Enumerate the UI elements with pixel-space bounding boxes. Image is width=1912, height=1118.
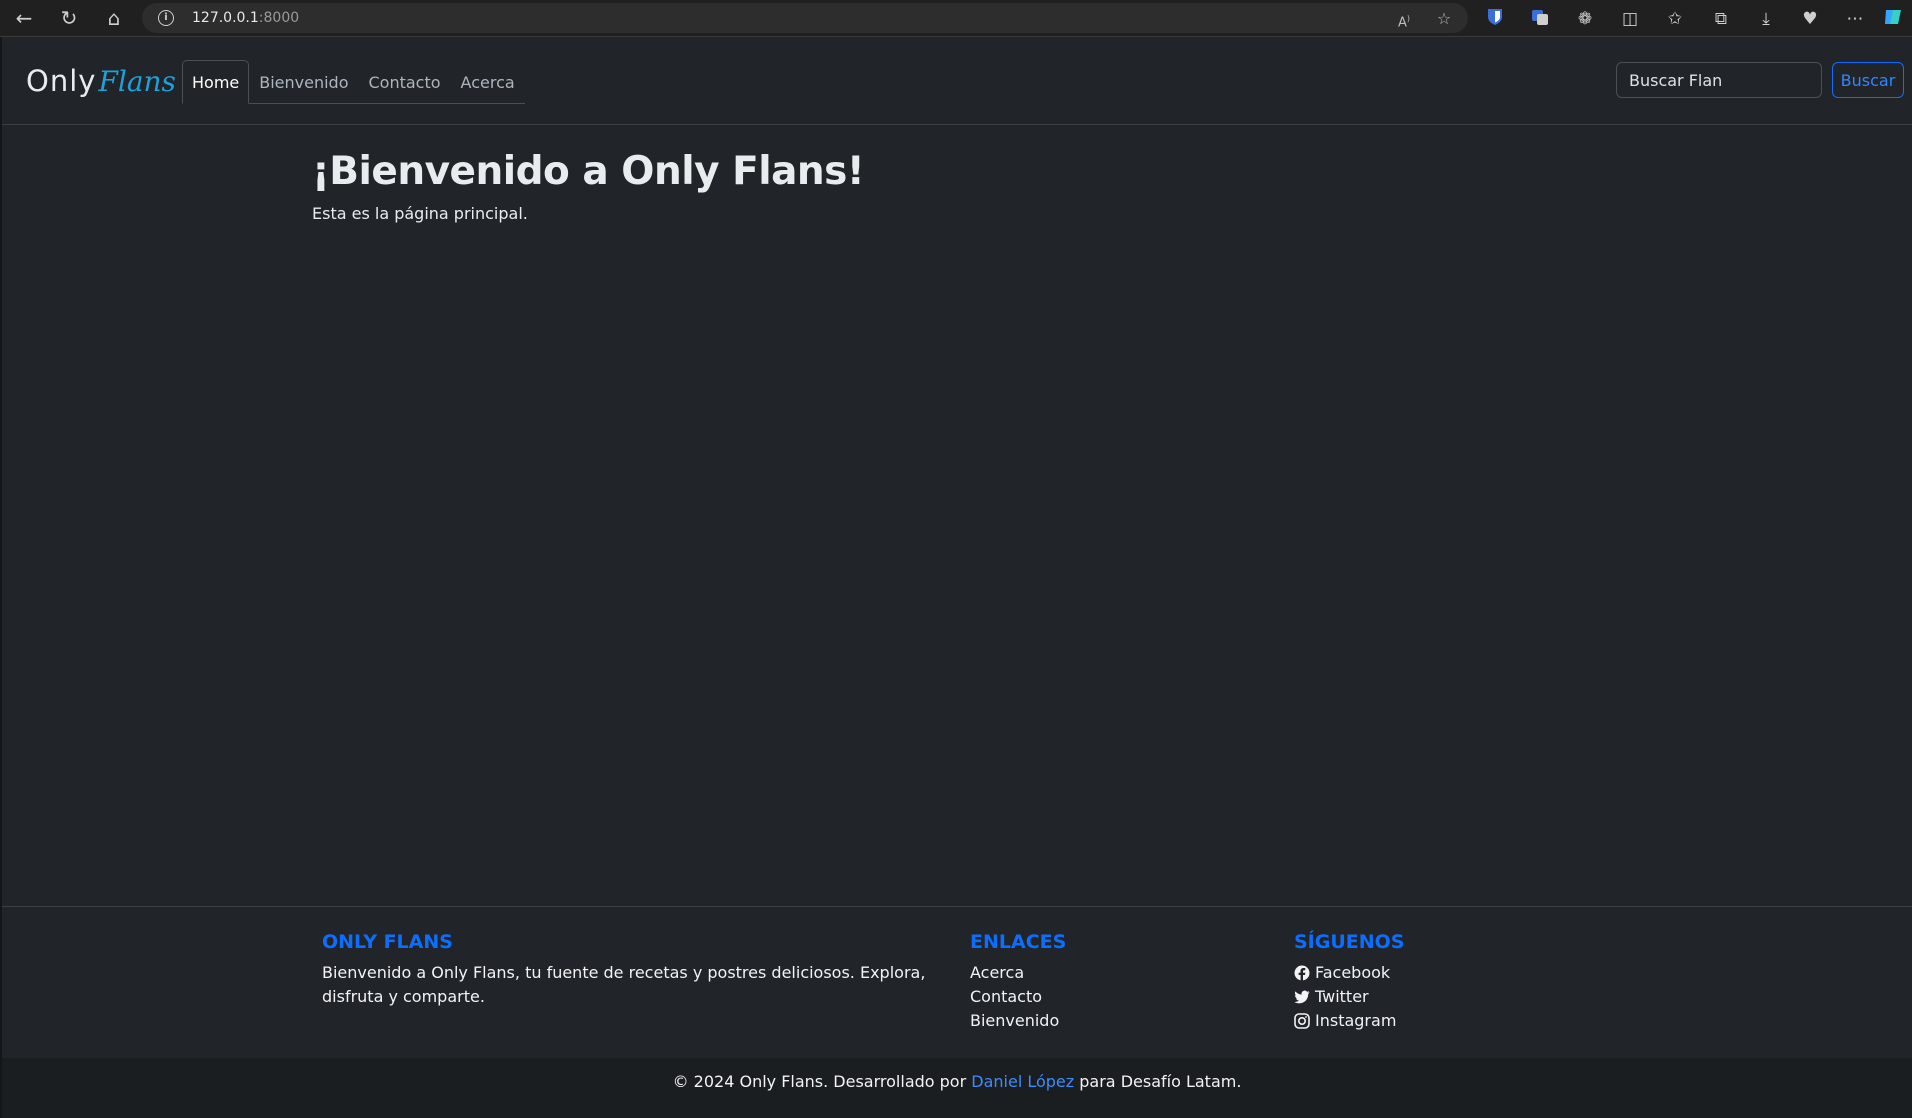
home-icon[interactable]: ⌂ <box>102 6 126 30</box>
footer-social-heading: SÍGUENOS <box>1294 931 1405 953</box>
nav-link-home[interactable]: Home <box>182 60 250 104</box>
copyright-prefix: © 2024 Only Flans. Desarrollado por <box>672 1072 967 1091</box>
address-url[interactable]: 127.0.0.1:8000 <box>192 10 299 26</box>
brand-flans: Flans <box>98 64 176 98</box>
favorite-star-icon[interactable]: ☆ <box>1434 9 1454 29</box>
main-content: ¡Bienvenido a Only Flans! Esta es la pág… <box>312 149 865 223</box>
brand-logo[interactable]: Only Flans <box>26 63 176 99</box>
site-footer: ONLY FLANS Bienvenido a Only Flans, tu f… <box>2 906 1912 1031</box>
translate-icon[interactable] <box>1529 8 1551 30</box>
copilot-icon[interactable] <box>1882 8 1904 30</box>
page-title: ¡Bienvenido a Only Flans! <box>312 149 865 194</box>
search-input[interactable] <box>1616 62 1822 98</box>
footer-link-bienvenido[interactable]: Bienvenido <box>970 1009 1250 1033</box>
facebook-icon <box>1294 965 1310 981</box>
health-icon[interactable]: ♥ <box>1799 8 1821 30</box>
more-icon[interactable]: ⋯ <box>1844 8 1866 30</box>
copyright-suffix: para Desafío Latam. <box>1079 1072 1242 1091</box>
footer-about-text: Bienvenido a Only Flans, tu fuente de re… <box>322 963 926 1006</box>
split-screen-icon[interactable]: ◫ <box>1619 8 1641 30</box>
downloads-icon[interactable]: ⤓ <box>1755 8 1777 30</box>
nav-link-acerca[interactable]: Acerca <box>451 60 525 103</box>
page-subtitle: Esta es la página principal. <box>312 204 528 223</box>
read-aloud-icon[interactable]: A) <box>1394 9 1414 30</box>
info-icon[interactable]: i <box>158 10 174 26</box>
bitwarden-icon[interactable] <box>1484 8 1506 30</box>
copyright-bar: © 2024 Only Flans. Desarrollado por Dani… <box>2 1058 1912 1118</box>
footer-about: ONLY FLANS Bienvenido a Only Flans, tu f… <box>322 931 942 1009</box>
url-port: :8000 <box>258 10 300 26</box>
footer-social-instagram[interactable]: Instagram <box>1294 1009 1594 1033</box>
nav-tabs: Home Bienvenido Contacto Acerca <box>182 60 525 104</box>
twitter-label: Twitter <box>1315 987 1369 1006</box>
search-button[interactable]: Buscar <box>1832 62 1904 98</box>
footer-link-acerca[interactable]: Acerca <box>970 961 1250 985</box>
brand-only: Only <box>26 64 97 98</box>
instagram-label: Instagram <box>1315 1011 1397 1030</box>
footer-social-facebook[interactable]: Facebook <box>1294 961 1594 985</box>
url-host: 127.0.0.1 <box>192 10 259 26</box>
reload-icon[interactable]: ↻ <box>57 6 81 30</box>
footer-social: SÍGUENOS Facebook Twitter Instagram <box>1294 931 1594 1033</box>
extensions-icon[interactable]: ❁ <box>1574 8 1596 30</box>
footer-link-contacto[interactable]: Contacto <box>970 985 1250 1009</box>
author-link[interactable]: Daniel López <box>971 1072 1074 1091</box>
address-bar[interactable]: i 127.0.0.1:8000 A) ☆ <box>142 3 1468 33</box>
footer-social-twitter[interactable]: Twitter <box>1294 985 1594 1009</box>
nav-link-bienvenido[interactable]: Bienvenido <box>249 60 358 103</box>
collections-icon[interactable]: ⧉ <box>1710 8 1732 30</box>
nav-link-contacto[interactable]: Contacto <box>359 60 451 103</box>
site-navbar: Only Flans Home Bienvenido Contacto Acerc… <box>2 37 1912 125</box>
favorites-icon[interactable]: ✩ <box>1664 8 1686 30</box>
twitter-icon <box>1294 990 1310 1004</box>
footer-links-heading: ENLACES <box>970 931 1067 953</box>
back-icon[interactable]: ← <box>12 6 36 30</box>
page: Only Flans Home Bienvenido Contacto Acerc… <box>0 37 1912 1118</box>
instagram-icon <box>1294 1013 1310 1029</box>
facebook-label: Facebook <box>1315 963 1391 982</box>
footer-about-heading: ONLY FLANS <box>322 931 453 953</box>
footer-links: ENLACES Acerca Contacto Bienvenido <box>970 931 1250 1033</box>
browser-toolbar: ← ↻ ⌂ i 127.0.0.1:8000 A) ☆ ❁ ◫ ✩ ⧉ ⤓ ♥ … <box>0 0 1912 37</box>
